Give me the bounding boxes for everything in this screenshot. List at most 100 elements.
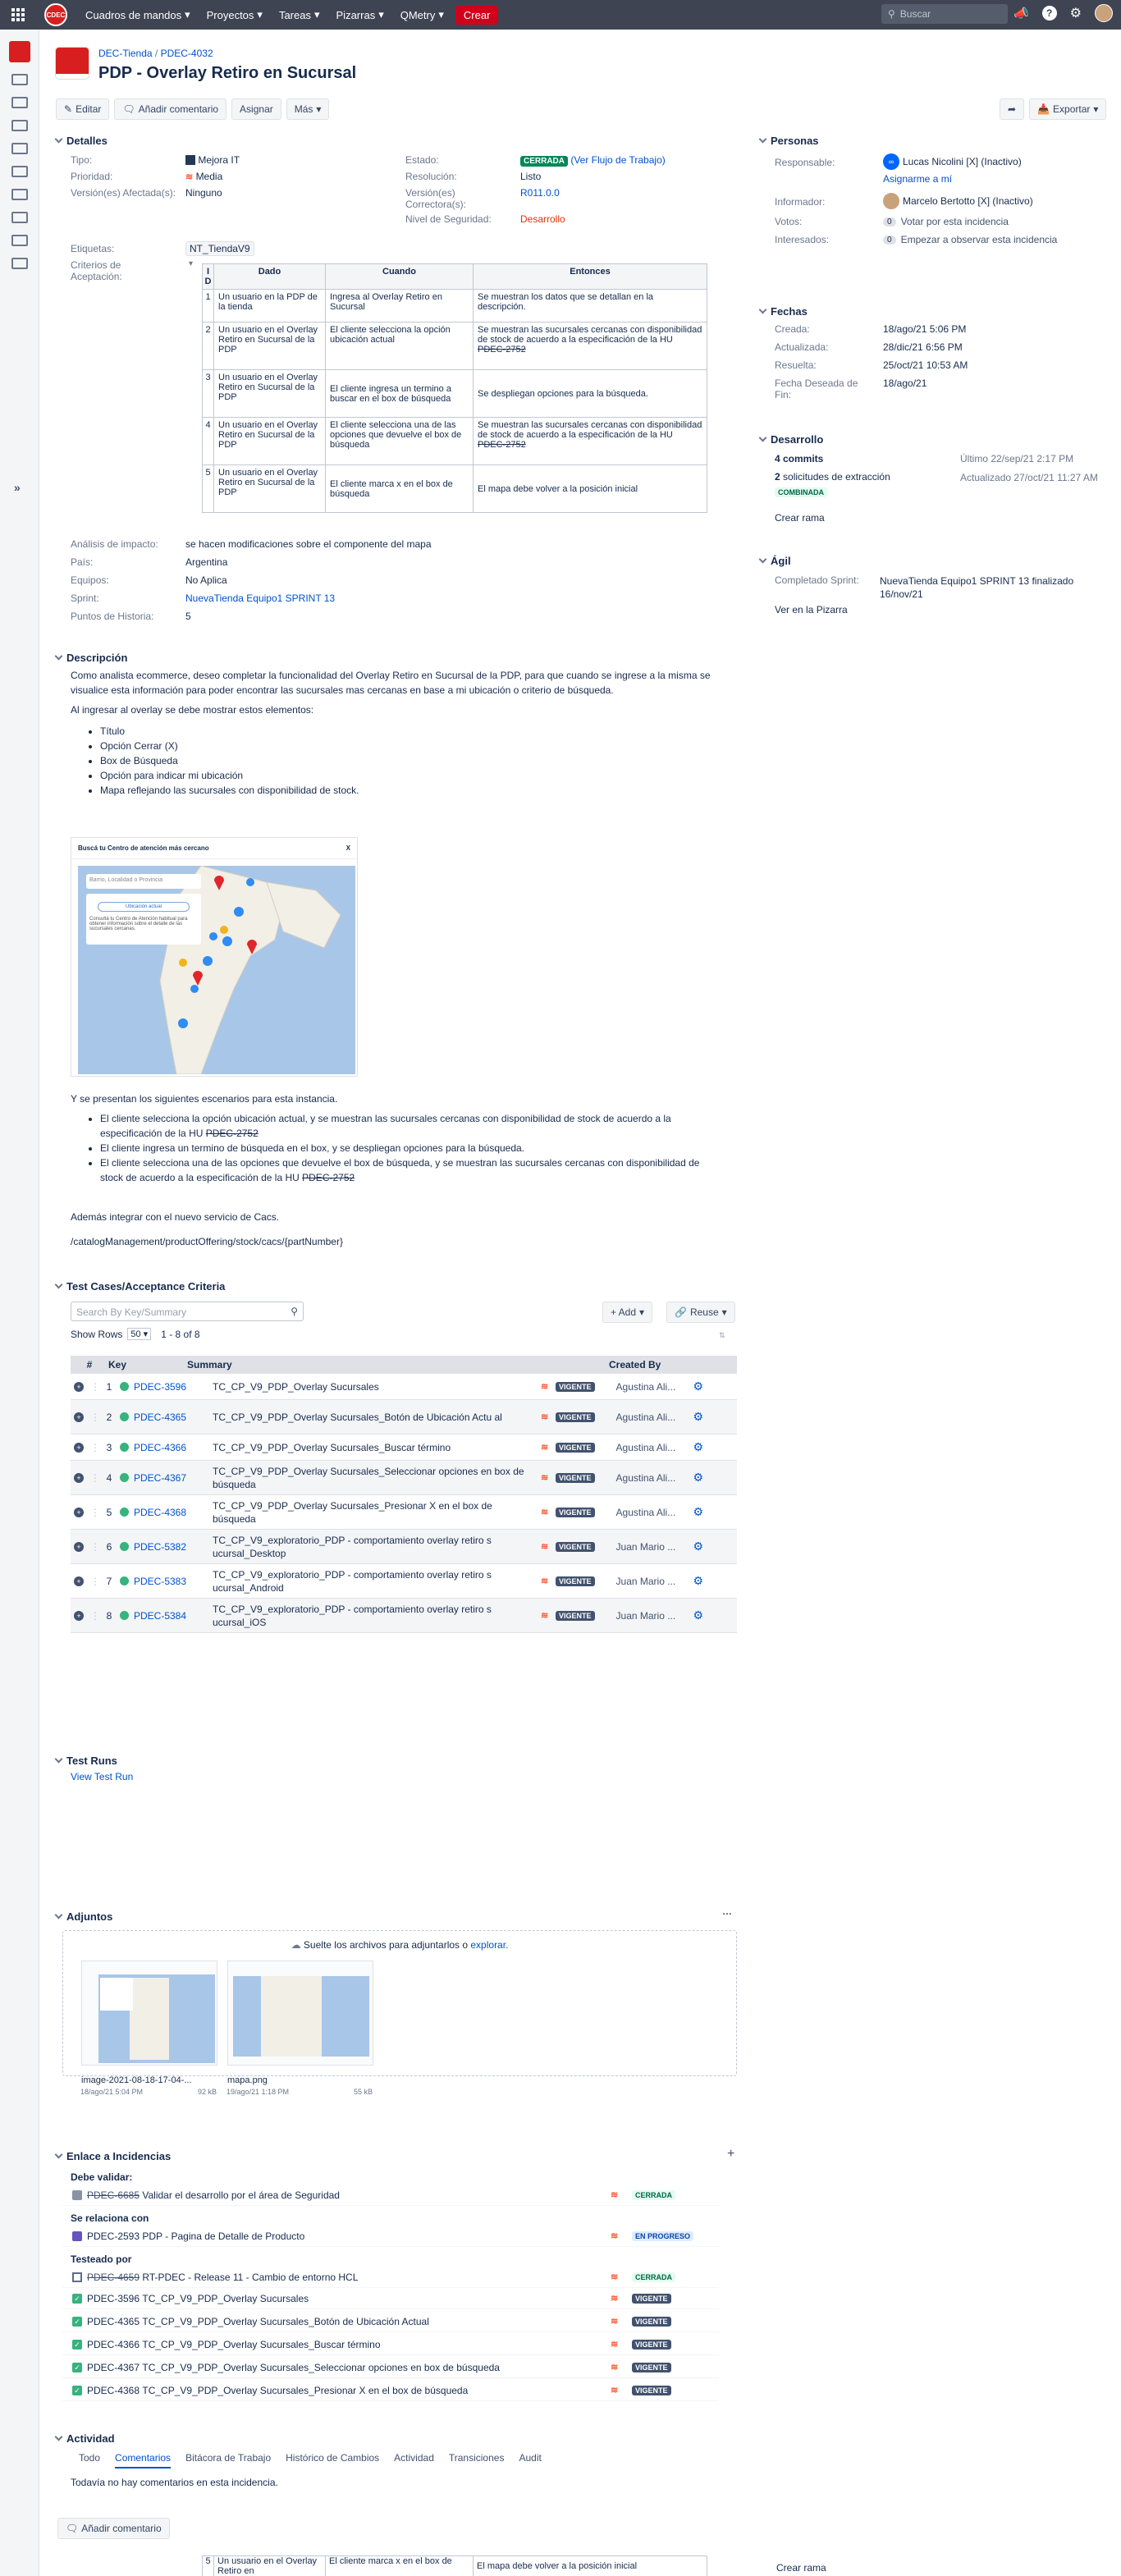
drag-handle-icon[interactable]: ⋮ [90, 1610, 100, 1622]
testcase-key-link[interactable]: PDEC-4365 [134, 1412, 213, 1423]
breadcrumb-issue[interactable]: PDEC-4032 [161, 48, 213, 59]
assign-to-me-link[interactable]: Asignarme a mí [883, 173, 952, 185]
table-row[interactable]: + ⋮ 5 PDEC-4368 TC_CP_V9_PDP_Overlay Sucursa… [71, 1495, 737, 1530]
sidebar-settings-icon[interactable] [11, 235, 28, 246]
issue-key-link[interactable]: PDEC-4368 [87, 2385, 140, 2396]
testcases-search-input[interactable]: Search By Key/Summary ⚲ [71, 1302, 304, 1321]
gear-icon[interactable]: ⚙ [693, 1471, 704, 1485]
watch-link[interactable]: Empezar a observar esta incidencia [901, 234, 1058, 245]
avatar[interactable] [1095, 4, 1113, 22]
more-button[interactable]: Más ▾ [286, 98, 330, 120]
create-branch-link[interactable]: Crear rama [775, 512, 825, 524]
issue-link[interactable]: PDEC-2752 [206, 1128, 259, 1139]
expand-row-icon[interactable]: + [74, 1442, 84, 1453]
table-row[interactable]: + ⋮ 7 PDEC-5383 TC_CP_V9_exploratorio_PDP - … [71, 1564, 737, 1599]
gear-icon[interactable]: ⚙ [693, 1440, 704, 1454]
header-created-by[interactable]: Created By [609, 1359, 699, 1370]
add-comment-bottom-button[interactable]: 🗨 Añadir comentario [57, 2518, 170, 2539]
fix-version-link[interactable]: R011.0.0 [520, 187, 560, 199]
expand-sidebar-icon[interactable]: » [14, 481, 21, 494]
sidebar-backlog-icon[interactable] [11, 74, 28, 85]
testcase-key-link[interactable]: PDEC-4368 [134, 1507, 213, 1518]
settings-icon[interactable]: ⚙ [1070, 5, 1082, 21]
criteria-collapse-icon[interactable]: ▾ [189, 259, 193, 268]
link-row[interactable]: ✓ PDEC-4367 TC_CP_V9_PDP_Overlay Sucursal… [62, 2357, 719, 2378]
nav-qmetry[interactable]: QMetry ▾ [400, 8, 444, 21]
testcases-heading[interactable]: Test Cases/Acceptance Criteria [54, 1280, 225, 1293]
tab-bitacora[interactable]: Bitácora de Trabajo [185, 2452, 271, 2468]
details-heading[interactable]: Detalles [54, 135, 108, 147]
drag-handle-icon[interactable]: ⋮ [90, 1442, 100, 1453]
assign-button[interactable]: Asignar [231, 98, 281, 120]
edit-button[interactable]: ✎ Editar [56, 98, 110, 120]
attachments-heading[interactable]: Adjuntos [54, 1910, 112, 1923]
share-button[interactable]: ➦ [1000, 98, 1025, 120]
testcase-key-link[interactable]: PDEC-5384 [134, 1610, 213, 1622]
testcase-key-link[interactable]: PDEC-5382 [134, 1541, 213, 1553]
testcase-key-link[interactable]: PDEC-4367 [134, 1472, 213, 1484]
link-row[interactable]: PDEC-6685 Validar el desarrollo por el á… [62, 2185, 719, 2206]
drag-handle-icon[interactable]: ⋮ [90, 1507, 100, 1518]
sidebar-components-icon[interactable] [11, 189, 28, 200]
issue-key-link[interactable]: PDEC-2593 [87, 2231, 140, 2242]
tab-actividad[interactable]: Actividad [394, 2452, 434, 2468]
attachment-name[interactable]: mapa.png [227, 2075, 373, 2085]
tab-historico[interactable]: Histórico de Cambios [286, 2452, 379, 2468]
gear-icon[interactable]: ⚙ [693, 1540, 704, 1553]
issue-key-link[interactable]: PDEC-4367 [87, 2362, 140, 2373]
search-input[interactable]: ⚲ Buscar [881, 4, 1008, 24]
company-logo[interactable]: CDEC [44, 3, 67, 26]
expand-row-icon[interactable]: + [74, 1610, 84, 1621]
sidebar-link-icon[interactable] [11, 258, 28, 269]
view-workflow-link[interactable]: (Ver Flujo de Trabajo) [570, 154, 665, 166]
table-row[interactable]: + ⋮ 1 PDEC-3596 TC_CP_V9_PDP_Overlay Sucursa… [71, 1374, 737, 1400]
dates-heading[interactable]: Fechas [758, 305, 808, 318]
issue-key-link[interactable]: PDEC-3596 [87, 2293, 140, 2304]
issue-link[interactable]: PDEC-2752 [302, 1172, 355, 1183]
gear-icon[interactable]: ⚙ [693, 1505, 704, 1519]
gear-icon[interactable]: ⚙ [693, 1380, 704, 1393]
vote-link[interactable]: Votar por esta incidencia [901, 216, 1009, 227]
testcase-key-link[interactable]: PDEC-5383 [134, 1576, 213, 1587]
sort-icon[interactable]: ⇅ [719, 1331, 725, 1340]
issue-link[interactable]: PDEC-2752 [478, 345, 526, 355]
view-test-run-link[interactable]: View Test Run [71, 1771, 133, 1782]
table-row[interactable]: + ⋮ 4 PDEC-4367 TC_CP_V9_PDP_Overlay Sucursa… [71, 1461, 737, 1495]
development-heading[interactable]: Desarrollo [758, 433, 823, 446]
overlay-screenshot-image[interactable]: Buscá tu Centro de atención más cercano … [71, 837, 358, 1077]
expand-row-icon[interactable]: + [74, 1541, 84, 1552]
link-row[interactable]: PDEC-2593 PDP - Pagina de Detalle de Pro… [62, 2226, 719, 2247]
attachment-thumbnail[interactable] [81, 1961, 217, 2070]
commits-link[interactable]: 4 commits [775, 453, 823, 464]
attachments-options-icon[interactable]: … [722, 1906, 732, 1917]
tab-transiciones[interactable]: Transiciones [449, 2452, 505, 2468]
link-row[interactable]: ✓ PDEC-4366 TC_CP_V9_PDP_Overlay Sucursal… [62, 2334, 719, 2355]
nav-proyectos[interactable]: Proyectos ▾ [207, 8, 263, 21]
rows-select[interactable]: 50 ▾ [127, 1328, 152, 1340]
table-row[interactable]: + ⋮ 6 PDEC-5382 TC_CP_V9_exploratorio_PDP - … [71, 1530, 737, 1564]
expand-row-icon[interactable]: + [74, 1412, 84, 1422]
assignee-value[interactable]: ∞ Lucas Nicolini [X] (Inactivo) [883, 153, 1022, 170]
megaphone-icon[interactable]: 📣 [1013, 6, 1029, 21]
issue-key-link[interactable]: PDEC-6685 [87, 2189, 140, 2201]
drag-handle-icon[interactable]: ⋮ [90, 1576, 100, 1587]
drag-handle-icon[interactable]: ⋮ [90, 1381, 100, 1393]
people-heading[interactable]: Personas [758, 135, 1105, 147]
drag-handle-icon[interactable]: ⋮ [90, 1541, 100, 1553]
nav-tareas[interactable]: Tareas ▾ [279, 8, 320, 21]
link-row[interactable]: PDEC-4659 RT-PDEC - Release 11 - Cambio … [62, 2267, 719, 2288]
sprint-link[interactable]: NuevaTienda Equipo1 SPRINT 13 [185, 593, 335, 604]
table-row[interactable]: + ⋮ 3 PDEC-4366 TC_CP_V9_PDP_Overlay Sucursa… [71, 1434, 737, 1461]
link-row[interactable]: ✓ PDEC-4365 TC_CP_V9_PDP_Overlay Sucursal… [62, 2311, 719, 2332]
help-icon[interactable]: ? [1041, 6, 1057, 21]
gear-icon[interactable]: ⚙ [693, 1608, 704, 1622]
testcase-key-link[interactable]: PDEC-4366 [134, 1442, 213, 1453]
export-button[interactable]: 📥 Exportar ▾ [1029, 98, 1107, 120]
sidebar-reports-icon[interactable] [11, 143, 28, 154]
testruns-heading[interactable]: Test Runs [54, 1755, 117, 1767]
description-heading[interactable]: Descripción [54, 652, 127, 664]
expand-row-icon[interactable]: + [74, 1381, 84, 1392]
testcase-key-link[interactable]: PDEC-3596 [134, 1381, 213, 1393]
header-summary[interactable]: Summary [187, 1359, 530, 1370]
tab-comentarios[interactable]: Comentarios [115, 2452, 172, 2468]
